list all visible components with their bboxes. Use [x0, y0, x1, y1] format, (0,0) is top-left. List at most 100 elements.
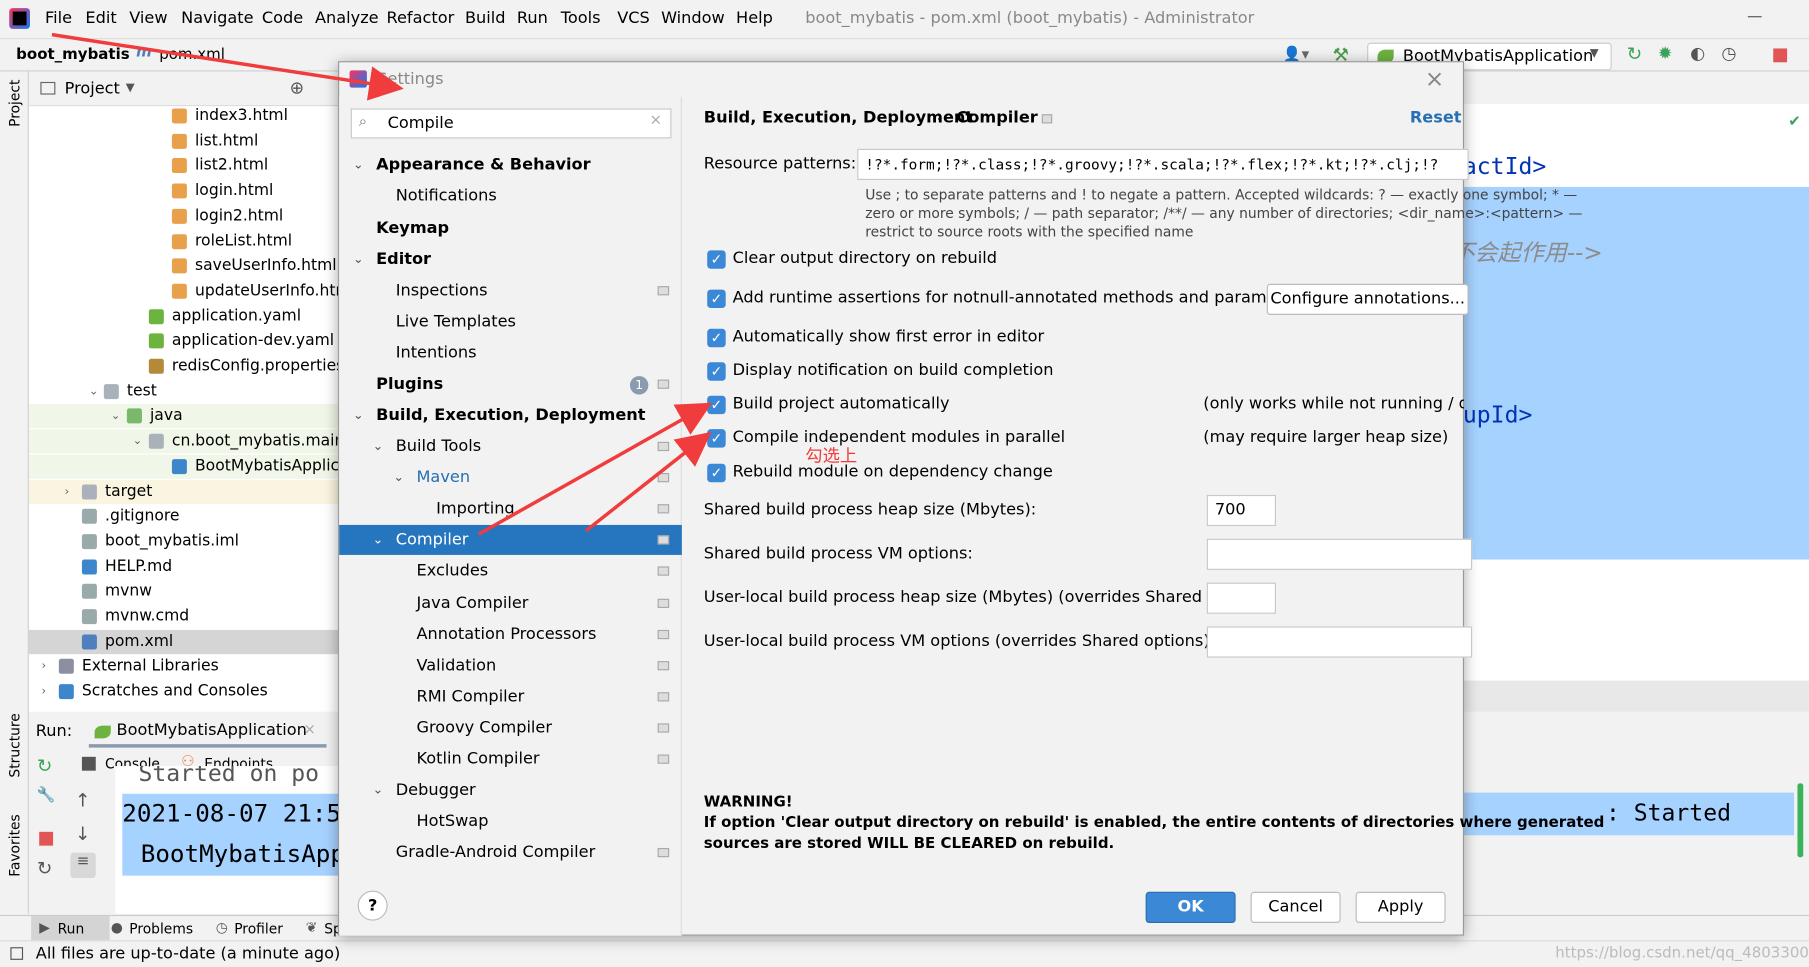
chevron-right-icon[interactable]: ›: [42, 680, 47, 704]
settings-tree-item[interactable]: ⌄ Build, Execution, Deployment: [339, 400, 682, 430]
checkbox-label[interactable]: Display notification on build completion: [733, 361, 1054, 379]
project-tree-item[interactable]: › target: [28, 479, 339, 504]
settings-tree-item[interactable]: Validation: [339, 651, 682, 681]
menu-run[interactable]: Run: [517, 9, 548, 27]
settings-search-input[interactable]: ⌕ Compile ×: [350, 108, 672, 139]
project-tree-item[interactable]: HELP.md: [29, 554, 338, 578]
restore-icon[interactable]: ↻: [37, 857, 52, 879]
settings-tree-item[interactable]: ⌄ Editor: [339, 245, 682, 275]
bottom-tab-run[interactable]: Run: [58, 921, 85, 937]
breadcrumb-file[interactable]: pom.xml: [159, 46, 225, 63]
settings-tree-item[interactable]: Keymap: [339, 213, 682, 243]
settings-tree-item[interactable]: Excludes: [339, 556, 682, 586]
menu-vcs[interactable]: VCS: [617, 9, 650, 27]
checkbox-label[interactable]: Rebuild module on dependency change: [733, 463, 1053, 481]
settings-tree-item[interactable]: Importing: [339, 494, 682, 524]
project-tree-item[interactable]: list2.html: [29, 154, 338, 178]
bottom-tab-profiler[interactable]: Profiler: [234, 921, 283, 937]
settings-tree-item[interactable]: Annotation Processors: [339, 620, 682, 650]
chevron-down-icon[interactable]: ⌄: [89, 379, 99, 403]
checkbox-label[interactable]: Build project automatically: [733, 395, 950, 413]
settings-tree-item[interactable]: ⌄ Maven: [339, 463, 682, 493]
project-tree-item[interactable]: .gitignore: [29, 504, 338, 528]
structure-tool-button[interactable]: Structure: [7, 713, 23, 777]
form-input[interactable]: [1206, 582, 1276, 614]
resource-patterns-input[interactable]: !?*.form;!?*.class;!?*.groovy;!?*.scala;…: [857, 148, 1469, 180]
settings-tree-item[interactable]: ⌄ Compiler: [339, 524, 682, 555]
menu-code[interactable]: Code: [262, 9, 303, 27]
settings-tree-item[interactable]: Inspections: [339, 276, 682, 306]
checkbox-label[interactable]: Add runtime assertions for notnull-annot…: [733, 288, 1308, 306]
form-input[interactable]: [1206, 626, 1473, 658]
project-tree-item[interactable]: ⌄ java: [28, 404, 339, 429]
project-tree-item[interactable]: saveUserInfo.html: [29, 254, 338, 278]
checkbox-label[interactable]: Automatically show first error in editor: [733, 328, 1045, 346]
project-tree-item[interactable]: › External Libraries: [29, 655, 338, 679]
settings-tree-item[interactable]: Intentions: [339, 338, 682, 368]
chevron-down-icon[interactable]: ⌄: [373, 525, 384, 555]
rerun-icon[interactable]: ↻: [1627, 43, 1642, 65]
close-tab-icon[interactable]: ×: [303, 721, 316, 738]
settings-tree-item[interactable]: ⌄ Appearance & Behavior: [339, 150, 682, 180]
project-tree-item[interactable]: mvnw.cmd: [29, 605, 338, 629]
wrench-icon[interactable]: 🔧: [37, 787, 56, 804]
locate-icon[interactable]: ⊕: [290, 77, 305, 98]
chevron-down-icon[interactable]: ⌄: [111, 404, 121, 428]
cancel-button[interactable]: Cancel: [1250, 891, 1341, 923]
profiler-icon[interactable]: ◷: [1721, 43, 1736, 64]
menu-help[interactable]: Help: [736, 9, 773, 27]
project-tree-item[interactable]: roleList.html: [29, 229, 338, 253]
chevron-down-icon[interactable]: ⌄: [353, 150, 364, 180]
project-tree-item[interactable]: application.yaml: [29, 304, 338, 328]
favorites-tool-button[interactable]: Favorites: [7, 814, 23, 877]
project-tree-item[interactable]: BootMybatisApplica: [28, 454, 349, 479]
checkbox[interactable]: ✓: [707, 429, 726, 448]
chevron-right-icon[interactable]: ›: [65, 479, 70, 503]
help-button[interactable]: ?: [357, 890, 388, 921]
menu-edit[interactable]: Edit: [85, 9, 116, 27]
checkbox[interactable]: ✓: [707, 362, 726, 381]
menu-navigate[interactable]: Navigate: [181, 9, 253, 27]
checkbox[interactable]: ✓: [707, 289, 726, 309]
menu-view[interactable]: View: [129, 9, 167, 27]
settings-tree-item[interactable]: Plugins 1: [339, 369, 682, 399]
bottom-tab-problems[interactable]: Problems: [129, 921, 193, 937]
project-tree-item[interactable]: login.html: [29, 179, 338, 203]
settings-tree-item[interactable]: RMI Compiler: [339, 682, 682, 712]
project-tree-item[interactable]: mvnw: [29, 579, 338, 603]
scroll-up-icon[interactable]: ↑: [75, 789, 90, 811]
project-tree-item[interactable]: login2.html: [29, 204, 338, 228]
run-tab[interactable]: BootMybatisApplication: [117, 721, 307, 739]
form-input[interactable]: 700: [1206, 494, 1276, 527]
settings-tree-item[interactable]: Live Templates: [339, 307, 682, 337]
ok-button[interactable]: OK: [1145, 891, 1236, 923]
settings-tree-item[interactable]: ⌄ Build Tools: [339, 431, 682, 461]
project-tree-item[interactable]: pom.xml: [28, 629, 339, 654]
bottom-tab-spring[interactable]: Spring: [324, 921, 338, 937]
soft-wrap-icon[interactable]: ≡: [70, 852, 96, 878]
settings-tree-item[interactable]: Groovy Compiler: [339, 713, 682, 743]
close-dialog-button[interactable]: ×: [1425, 65, 1444, 93]
settings-tree-item[interactable]: Gradle-Android Compiler: [339, 838, 682, 868]
project-tree-item[interactable]: ⌄ test: [29, 379, 338, 403]
status-toggle-icon[interactable]: [10, 947, 24, 960]
reset-link[interactable]: Reset: [1410, 108, 1462, 126]
chevron-down-icon[interactable]: ⌄: [373, 775, 384, 805]
project-tool-button[interactable]: Project: [7, 80, 23, 127]
project-tree-item[interactable]: boot_mybatis.iml: [29, 529, 338, 553]
chevron-down-icon[interactable]: ⌄: [393, 463, 404, 493]
coverage-icon[interactable]: ◐: [1690, 43, 1705, 64]
project-tree-item[interactable]: updateUserInfo.htm: [29, 279, 351, 303]
rerun-icon[interactable]: ↻: [37, 755, 52, 777]
apply-button[interactable]: Apply: [1355, 891, 1446, 923]
settings-tree-item[interactable]: HotSwap: [339, 806, 682, 836]
chevron-right-icon[interactable]: ›: [42, 655, 47, 679]
breadcrumb-project[interactable]: boot_mybatis: [16, 46, 130, 63]
settings-tree-item[interactable]: Kotlin Compiler: [339, 744, 682, 774]
chevron-down-icon[interactable]: ⌄: [373, 431, 384, 461]
menu-build[interactable]: Build: [465, 9, 506, 27]
menu-analyze[interactable]: Analyze: [315, 9, 379, 27]
stop-icon[interactable]: [39, 831, 54, 846]
checkbox[interactable]: ✓: [707, 250, 726, 269]
stop-icon[interactable]: [1773, 48, 1788, 63]
